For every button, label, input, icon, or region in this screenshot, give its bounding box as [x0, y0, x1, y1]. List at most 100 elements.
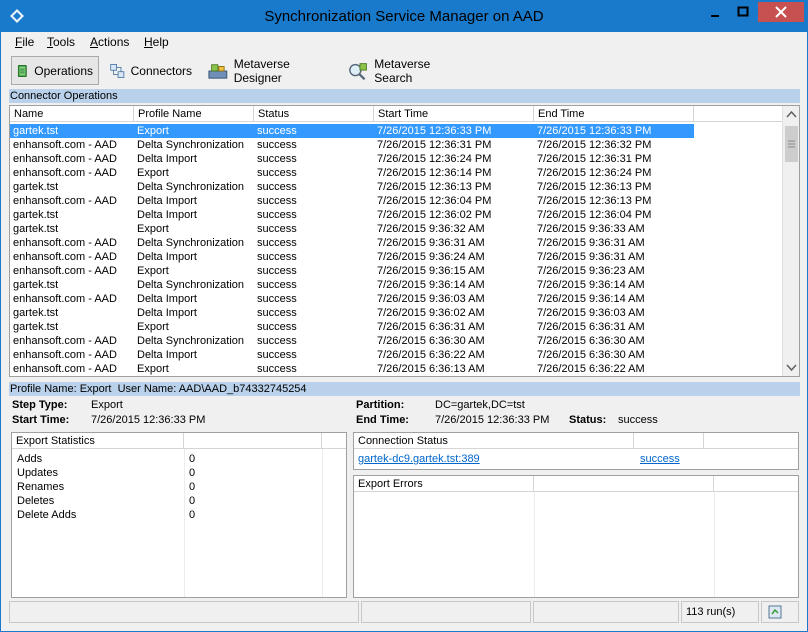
refresh-status-icon [766, 603, 786, 621]
list-item[interactable]: Deletes0 [12, 494, 322, 508]
table-cell: gartek.tst [10, 180, 134, 194]
table-cell: 7/26/2015 12:36:24 PM [374, 152, 534, 166]
table-cell: 7/26/2015 12:36:13 PM [374, 180, 534, 194]
col-start-time[interactable]: Start Time [374, 106, 534, 122]
table-cell: Delta Import [134, 292, 254, 306]
export-errors-col2[interactable] [534, 476, 714, 492]
minimize-button[interactable] [702, 2, 728, 22]
table-cell: success [254, 194, 374, 208]
operations-button[interactable]: Operations [11, 56, 99, 85]
table-row[interactable]: enhansoft.com - AADExportsuccess7/26/201… [10, 166, 690, 180]
table-row[interactable]: gartek.tstDelta Synchronizationsuccess7/… [10, 278, 690, 292]
table-cell: Export [134, 362, 254, 376]
list-item[interactable]: Renames0 [12, 480, 322, 494]
table-row[interactable]: enhansoft.com - AADDelta Importsuccess7/… [10, 348, 690, 362]
export-statistics-title[interactable]: Export Statistics [12, 433, 184, 449]
table-cell: success [254, 348, 374, 362]
menu-tools[interactable]: Tools [47, 35, 75, 49]
window-title: Synchronization Service Manager on AAD [1, 8, 807, 25]
list-item[interactable]: Adds 0 [12, 452, 322, 466]
table-cell: Delta Import [134, 348, 254, 362]
table-cell: 7/26/2015 12:36:04 PM [374, 194, 534, 208]
column-divider [322, 449, 323, 598]
maximize-button[interactable] [730, 2, 756, 22]
connectors-label: Connectors [131, 64, 192, 78]
maximize-icon [730, 2, 756, 22]
table-row[interactable]: enhansoft.com - AADExportsuccess7/26/201… [10, 264, 690, 278]
connection-server-link[interactable]: gartek-dc9.gartek.tst:389 [355, 452, 480, 466]
table-cell: 7/26/2015 9:36:03 AM [374, 292, 534, 306]
table-cell: enhansoft.com - AAD [10, 138, 134, 152]
menu-help[interactable]: Help [144, 35, 169, 49]
metaverse-designer-button[interactable]: Metaverse Designer [203, 56, 335, 85]
table-row[interactable]: enhansoft.com - AADDelta Synchronization… [10, 138, 690, 152]
table-cell: 7/26/2015 9:36:31 AM [534, 250, 694, 264]
table-cell: enhansoft.com - AAD [10, 236, 134, 250]
table-cell: Export [134, 320, 254, 334]
app-window: Synchronization Service Manager on AAD F… [0, 0, 808, 632]
status-icon-segment [761, 601, 799, 623]
table-cell: enhansoft.com - AAD [10, 334, 134, 348]
start-time-value: 7/26/2015 12:36:33 PM [91, 414, 205, 426]
table-cell: 7/26/2015 9:36:23 AM [534, 264, 694, 278]
connectors-icon [110, 61, 125, 81]
table-cell: success [254, 264, 374, 278]
stat-label: Delete Adds [14, 508, 76, 522]
connectors-button[interactable]: Connectors [105, 56, 197, 85]
list-item[interactable]: Updates0 [12, 466, 322, 480]
stat-label: Adds [14, 452, 42, 466]
close-button[interactable] [758, 2, 804, 22]
title-bar: Synchronization Service Manager on AAD [1, 1, 807, 32]
toolbar: Operations Connectors Metaverse Designer [1, 53, 807, 87]
table-row[interactable]: enhansoft.com - AADDelta Importsuccess7/… [10, 292, 690, 306]
table-cell: Delta Synchronization [134, 278, 254, 292]
table-cell: success [254, 250, 374, 264]
menu-file[interactable]: File [15, 35, 34, 49]
connection-status-title[interactable]: Connection Status [354, 433, 634, 449]
connection-result-link[interactable]: success [637, 452, 680, 466]
table-row[interactable]: gartek.tstExportsuccess7/26/2015 6:36:31… [10, 320, 690, 334]
minimize-icon [702, 2, 728, 22]
table-row[interactable]: gartek.tstExportsuccess7/26/2015 9:36:32… [10, 222, 690, 236]
stat-value: 0 [186, 452, 195, 466]
col-end-time[interactable]: End Time [534, 106, 694, 122]
table-cell: 7/26/2015 9:36:02 AM [374, 306, 534, 320]
table-row[interactable]: gartek.tstDelta Synchronizationsuccess7/… [10, 180, 690, 194]
operations-scrollbar[interactable] [782, 106, 799, 376]
table-row[interactable]: gartek.tstDelta Importsuccess7/26/2015 9… [10, 306, 690, 320]
table-cell: 7/26/2015 6:36:22 AM [374, 348, 534, 362]
connection-status-col2[interactable] [634, 433, 704, 449]
col-status[interactable]: Status [254, 106, 374, 122]
table-cell: Delta Import [134, 194, 254, 208]
metaverse-designer-icon [208, 61, 228, 81]
menu-actions[interactable]: Actions [90, 35, 129, 49]
metaverse-search-button[interactable]: Metaverse Search [343, 56, 469, 85]
export-errors-grid: Export Errors [353, 475, 799, 598]
operations-grid-header: Name Profile Name Status Start Time End … [10, 106, 784, 122]
table-row[interactable]: gartek.tstDelta Importsuccess7/26/2015 1… [10, 208, 690, 222]
metaverse-designer-label: Metaverse Designer [234, 57, 330, 85]
table-row[interactable]: gartek.tstExportsuccess7/26/2015 12:36:3… [10, 124, 690, 138]
table-cell: 7/26/2015 12:36:04 PM [534, 208, 694, 222]
col-profile-name[interactable]: Profile Name [134, 106, 254, 122]
table-row[interactable]: enhansoft.com - AADDelta Synchronization… [10, 236, 690, 250]
table-cell: 7/26/2015 9:36:31 AM [374, 236, 534, 250]
table-cell: enhansoft.com - AAD [10, 348, 134, 362]
status-segment-1 [9, 601, 359, 623]
table-row[interactable]: enhansoft.com - AADDelta Importsuccess7/… [10, 194, 690, 208]
list-item[interactable]: Delete Adds0 [12, 508, 322, 522]
table-row[interactable]: enhansoft.com - AADExportsuccess7/26/201… [10, 362, 690, 376]
export-errors-title[interactable]: Export Errors [354, 476, 534, 492]
table-cell: success [254, 152, 374, 166]
table-cell: success [254, 124, 374, 138]
table-cell: 7/26/2015 12:36:14 PM [374, 166, 534, 180]
table-row[interactable]: enhansoft.com - AADDelta Synchronization… [10, 334, 690, 348]
col-name[interactable]: Name [10, 106, 134, 122]
table-row[interactable]: enhansoft.com - AADDelta Importsuccess7/… [10, 250, 690, 264]
operations-grid: Name Profile Name Status Start Time End … [9, 105, 800, 377]
table-row[interactable]: enhansoft.com - AADDelta Importsuccess7/… [10, 152, 690, 166]
status-segment-3 [533, 601, 679, 623]
export-statistics-col2[interactable] [184, 433, 322, 449]
table-cell: 7/26/2015 12:36:33 PM [534, 124, 694, 138]
table-cell: 7/26/2015 6:36:30 AM [534, 348, 694, 362]
